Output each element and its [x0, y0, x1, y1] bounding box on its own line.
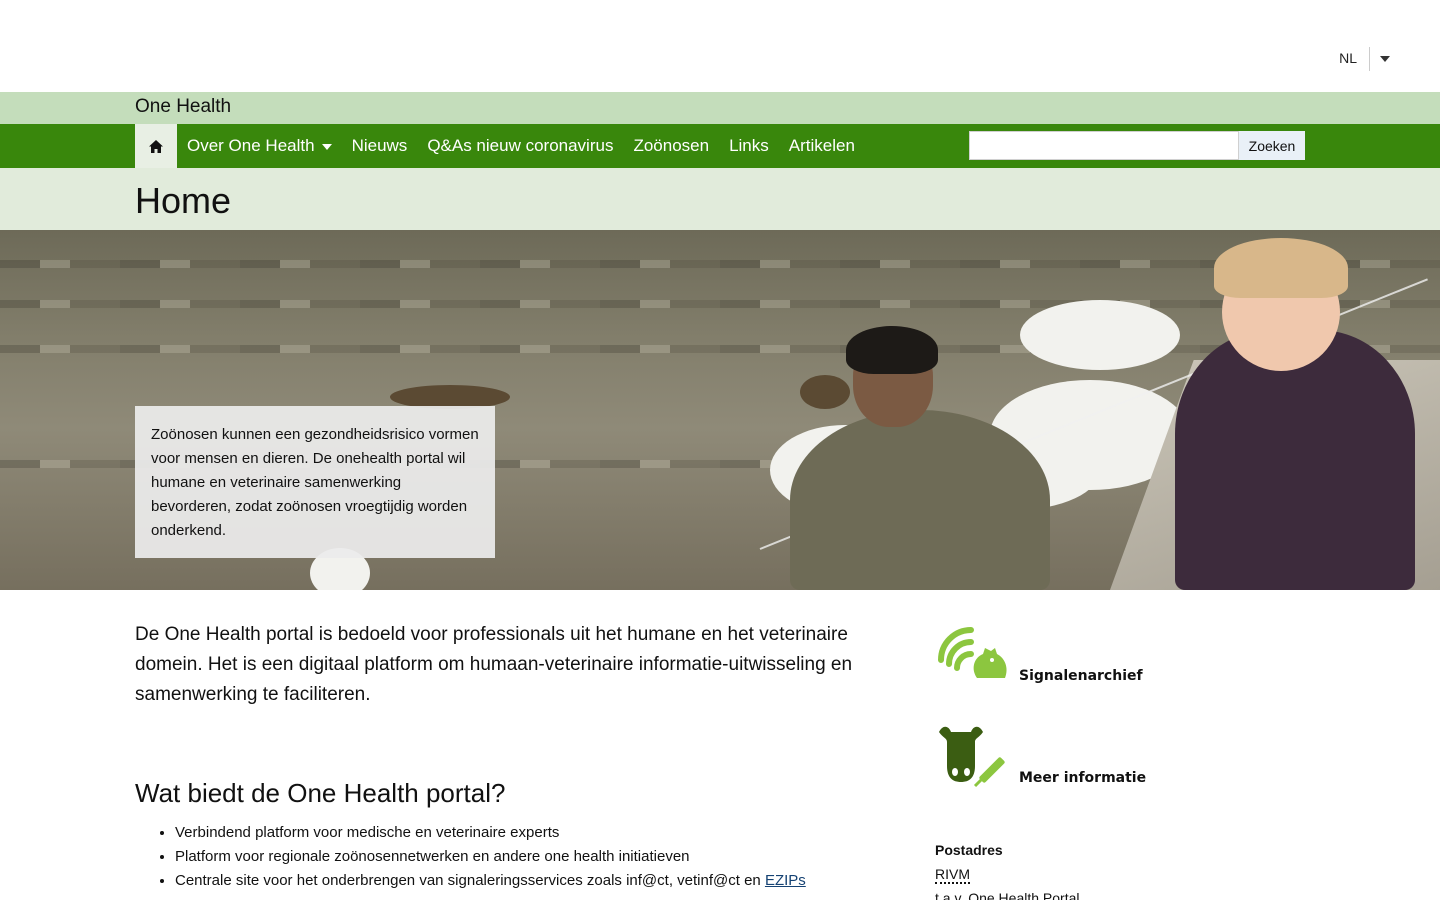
organization-abbr: RIVM [935, 866, 970, 884]
swan [1020, 300, 1180, 370]
postal-address: Postadres RIVM t.a.v. One Health Portal [935, 838, 1305, 900]
main-content: De One Health portal is bedoeld voor pro… [135, 620, 880, 893]
site-title[interactable]: One Health [135, 96, 231, 118]
language-selector[interactable]: NL [1339, 47, 1390, 71]
child-hair [1214, 238, 1348, 298]
page-header: Home [0, 168, 1440, 230]
address-line: t.a.v. One Health Portal [935, 890, 1080, 900]
duck [800, 375, 850, 409]
child-hair [846, 326, 938, 374]
tile-label: Meer informatie [1019, 770, 1147, 786]
nav-links[interactable]: Links [719, 124, 779, 168]
hero-image: Zoönosen kunnen een gezondheidsrisico vo… [0, 230, 1440, 590]
ezips-link[interactable]: EZIPs [765, 872, 806, 889]
list-item: Verbindend platform voor medische en vet… [175, 821, 880, 845]
address-heading: Postadres [935, 842, 1003, 858]
home-icon [149, 139, 163, 153]
list-item: Centrale site voor het onderbrengen van … [175, 869, 880, 893]
search-form: Zoeken [969, 131, 1305, 160]
chevron-down-icon[interactable] [1380, 56, 1390, 62]
list-item-text: Centrale site voor het onderbrengen van … [175, 872, 761, 889]
meer-informatie-tile[interactable]: Meer informatie [935, 722, 1305, 788]
page-title: Home [135, 180, 232, 221]
caret-down-icon [321, 144, 332, 150]
tile-label: Signalenarchief [1019, 668, 1143, 684]
sidebar: Signalenarchief Meer informatie Postadre… [935, 620, 1305, 900]
top-bar: NL [0, 0, 1440, 92]
search-input[interactable] [969, 131, 1239, 160]
nav-artikelen[interactable]: Artikelen [779, 124, 865, 168]
child [790, 410, 1050, 590]
search-button[interactable]: Zoeken [1239, 131, 1305, 160]
cow-syringe-icon [939, 726, 1005, 788]
language-code[interactable]: NL [1339, 47, 1370, 71]
main-navigation: Over One Health Nieuws Q&As nieuw corona… [0, 124, 1440, 168]
nav-over-one-health[interactable]: Over One Health [177, 124, 342, 168]
nav-home[interactable] [135, 124, 177, 168]
features-list: Verbindend platform voor medische en vet… [135, 821, 880, 893]
nav-item-label: Over One Health [187, 136, 315, 155]
signalenarchief-tile[interactable]: Signalenarchief [935, 620, 1305, 686]
hero-caption: Zoönosen kunnen een gezondheidsrisico vo… [151, 426, 479, 539]
nav-zoonosen[interactable]: Zoönosen [623, 124, 719, 168]
nav-qas-coronavirus[interactable]: Q&As nieuw coronavirus [417, 124, 623, 168]
nav-nieuws[interactable]: Nieuws [342, 124, 418, 168]
hero-caption-box: Zoönosen kunnen een gezondheidsrisico vo… [135, 406, 495, 558]
list-item: Platform voor regionale zoönosennetwerke… [175, 845, 880, 869]
section-heading: Wat biedt de One Health portal? [135, 778, 506, 808]
intro-paragraph: De One Health portal is bedoeld voor pro… [135, 624, 853, 705]
signal-chicken-icon [938, 627, 1007, 678]
